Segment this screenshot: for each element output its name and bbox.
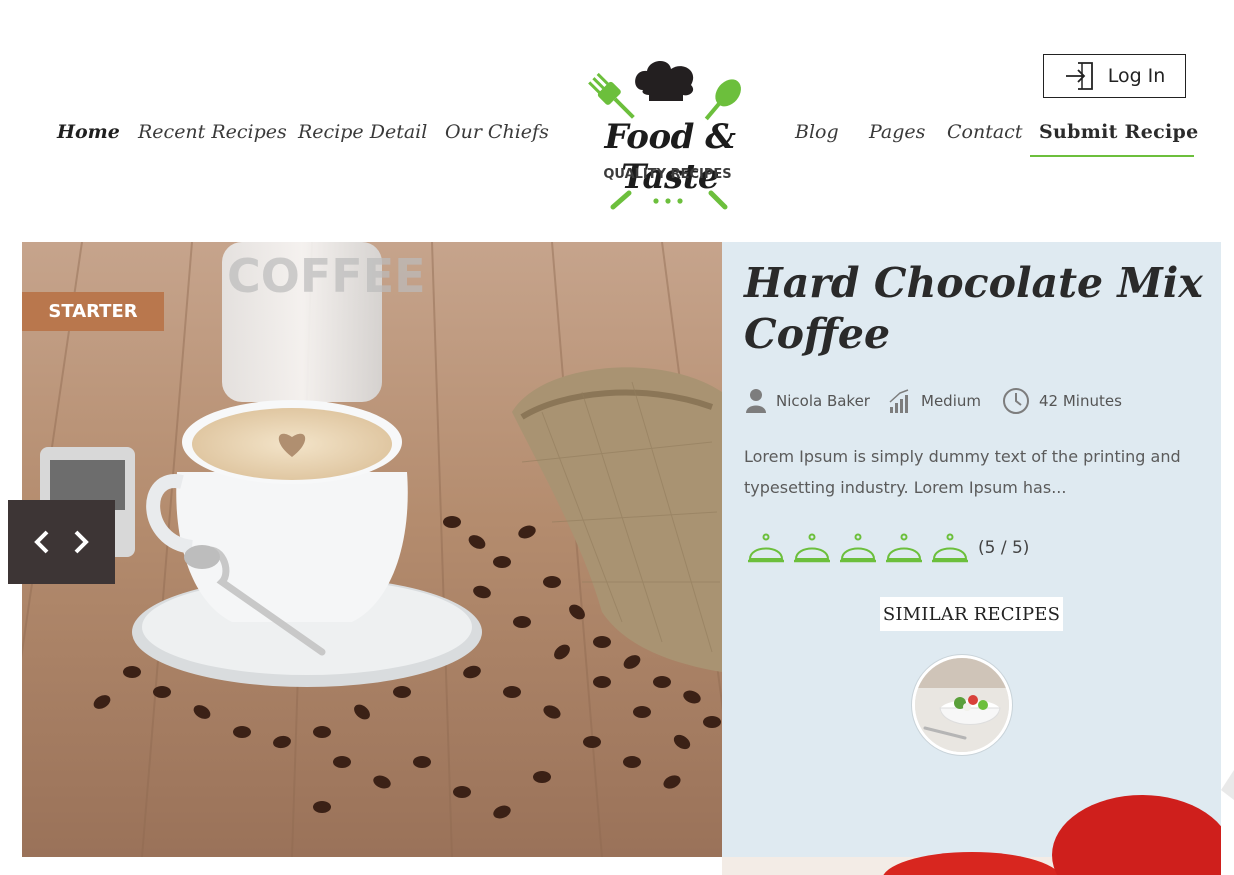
next-slide-peek <box>722 760 1234 875</box>
difficulty-label: Medium <box>921 392 981 410</box>
nav-recent-recipes[interactable]: Recent Recipes <box>138 117 287 147</box>
nav-our-chiefs[interactable]: Our Chiefs <box>445 117 549 147</box>
duration-label: 42 Minutes <box>1039 392 1122 410</box>
cloche-icon <box>886 533 922 563</box>
nav-recipe-detail[interactable]: Recipe Detail <box>298 117 427 147</box>
login-button[interactable]: Log In <box>1043 54 1186 98</box>
chevron-right-icon[interactable] <box>66 527 96 557</box>
nav-submit-recipe[interactable]: Submit Recipe <box>1039 117 1198 147</box>
user-icon <box>746 389 766 413</box>
author-name: Nicola Baker <box>776 392 870 410</box>
recipe-author[interactable]: Nicola Baker <box>745 386 870 416</box>
category-badge[interactable]: STARTER <box>22 292 164 331</box>
recipe-title[interactable]: Hard Chocolate Mix Coffee <box>744 258 1204 360</box>
chevron-left-icon[interactable] <box>27 527 57 557</box>
slider-controls <box>8 500 115 584</box>
recipe-excerpt: Lorem Ipsum is simply dummy text of the … <box>744 447 1181 497</box>
rating-text: (5 / 5) <box>978 538 1030 558</box>
cloche-icon <box>932 533 968 563</box>
active-underline <box>1030 155 1194 157</box>
cloche-icon <box>748 533 784 563</box>
nav-home[interactable]: Home <box>57 117 120 147</box>
similar-recipes-label: SIMILAR RECIPES <box>880 597 1063 631</box>
hero-image: COFFEE <box>22 242 722 857</box>
nav-blog[interactable]: Blog <box>795 117 839 147</box>
difficulty-chart-icon <box>889 389 909 413</box>
cloche-icon <box>840 533 876 563</box>
similar-recipe-thumbnail[interactable] <box>912 655 1012 755</box>
recipe-rating: (5 / 5) <box>746 530 1029 566</box>
site-logo[interactable]: Food & Taste QUALITY RECIPES <box>565 55 775 215</box>
nav-contact[interactable]: Contact <box>947 117 1022 147</box>
login-label: Log In <box>1107 65 1166 87</box>
nav-pages[interactable]: Pages <box>869 117 925 147</box>
logo-wordmark: Food & Taste <box>604 117 736 197</box>
svg-text:COFFEE: COFFEE <box>227 249 426 303</box>
recipe-difficulty: Medium <box>888 386 981 416</box>
clock-icon <box>1003 388 1029 414</box>
login-icon <box>1065 62 1093 90</box>
cloche-icon <box>794 533 830 563</box>
logo-tagline: QUALITY RECIPES <box>603 167 732 182</box>
recipe-duration: 42 Minutes <box>1002 386 1122 416</box>
